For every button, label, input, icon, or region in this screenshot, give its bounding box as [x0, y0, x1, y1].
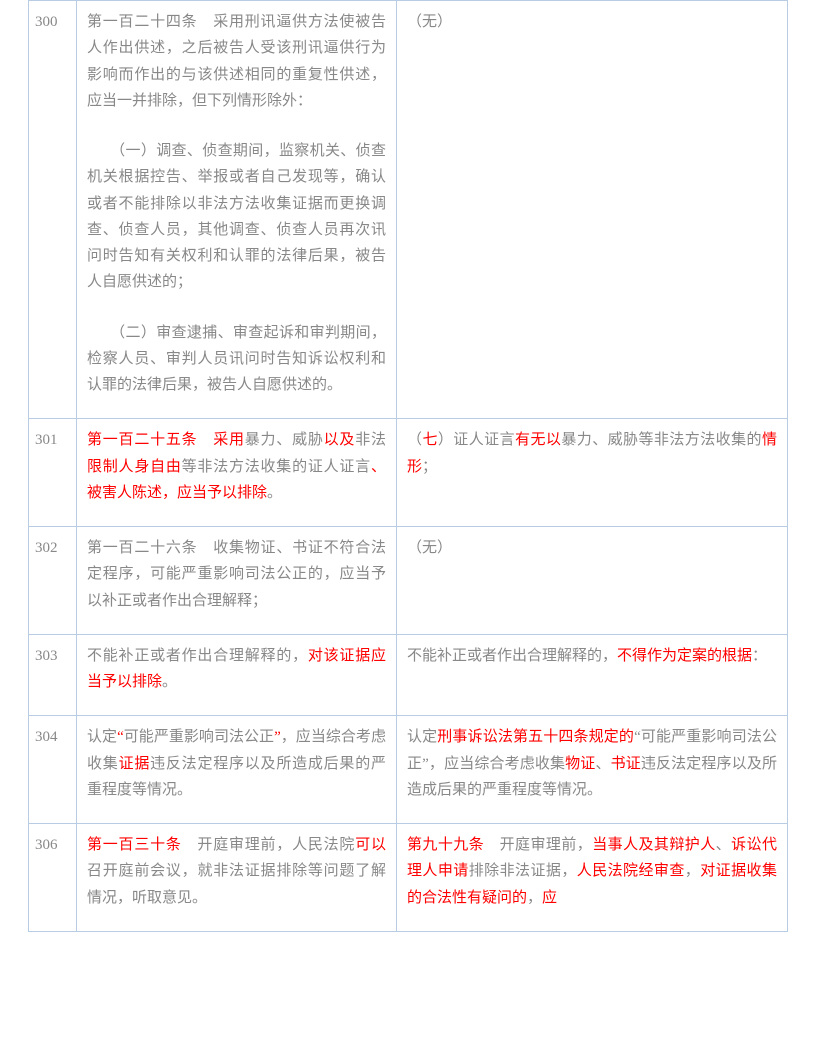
- paragraph: （一）调查、侦查期间，监察机关、侦查机关根据控告、举报或者自己发现等，确认或者不…: [87, 138, 386, 296]
- text-segment: 不能补正或者作出合理解释的，: [87, 648, 308, 664]
- left-cell: 不能补正或者作出合理解释的，对该证据应当予以排除。: [77, 634, 397, 716]
- text-segment: 认定: [407, 729, 437, 745]
- text-segment: 当事人及其辩护人: [592, 837, 715, 853]
- text-segment: ”: [274, 729, 281, 745]
- table-row: 304认定“可能严重影响司法公正”，应当综合考虑收集证据违反法定程序以及所造成后…: [29, 716, 788, 824]
- row-number: 303: [29, 634, 77, 716]
- text-segment: 七: [422, 432, 437, 448]
- text-segment: 暴力、威胁: [245, 432, 324, 448]
- text-segment: 召开庭前会议，就非法证据排除等问题了解情况，听取意见。: [87, 863, 386, 905]
- right-cell: （七）证人证言有无以暴力、威胁等非法方法收集的情形；: [397, 419, 788, 527]
- table-row: 303不能补正或者作出合理解释的，对该证据应当予以排除。不能补正或者作出合理解释…: [29, 634, 788, 716]
- text-segment: 。: [162, 674, 177, 690]
- table-row: 301 第一百二十五条 采用暴力、威胁以及非法限制人身自由等非法方法收集的证人证言…: [29, 419, 788, 527]
- text-segment: 。: [267, 485, 282, 501]
- left-cell: 第一百二十四条 采用刑讯逼供方法使被告人作出供述，之后被告人受该刑讯逼供行为影响…: [77, 1, 397, 419]
- text-segment: （无）: [407, 14, 452, 30]
- text-segment: 排除非法证据，: [469, 863, 577, 879]
- paragraph: 不能补正或者作出合理解释的，对该证据应当予以排除。: [87, 643, 386, 696]
- text-segment: 暴力、威胁等非法方法收集的: [561, 432, 762, 448]
- text-segment: 第一百二十六条 收集物证、书证不符合法定程序，可能严重影响司法公正的，应当予以补…: [87, 540, 386, 609]
- text-segment: 第一百三十条: [87, 837, 182, 853]
- paragraph: 不能补正或者作出合理解释的，不得作为定案的根据：: [407, 643, 777, 669]
- text-segment: 人民法院经审查: [577, 863, 685, 879]
- right-cell: 不能补正或者作出合理解释的，不得作为定案的根据：: [397, 634, 788, 716]
- text-segment: ，: [685, 863, 700, 879]
- paragraph: 第九十九条 开庭审理前，当事人及其辩护人、诉讼代理人申请排除非法证据，人民法院经…: [407, 832, 777, 911]
- text-segment: （无）: [407, 540, 452, 556]
- left-cell: 第一百二十六条 收集物证、书证不符合法定程序，可能严重影响司法公正的，应当予以补…: [77, 527, 397, 635]
- paragraph: 第一百二十五条 采用暴力、威胁以及非法限制人身自由等非法方法收集的证人证言、被害…: [87, 427, 386, 506]
- paragraph: 第一百三十条 开庭审理前，人民法院可以召开庭前会议，就非法证据排除等问题了解情况…: [87, 832, 386, 911]
- comparison-table: 300第一百二十四条 采用刑讯逼供方法使被告人作出供述，之后被告人受该刑讯逼供行…: [28, 0, 788, 932]
- text-segment: “: [117, 729, 124, 745]
- paragraph: （无）: [407, 9, 777, 35]
- paragraph: 认定“可能严重影响司法公正”，应当综合考虑收集证据违反法定程序以及所造成后果的严…: [87, 724, 386, 803]
- text-segment: 物证: [565, 756, 595, 772]
- text-segment: 可能严重影响司法公正: [124, 729, 274, 745]
- text-segment: 以及: [324, 432, 356, 448]
- row-number: 302: [29, 527, 77, 635]
- text-segment: 限制人身自由: [87, 459, 182, 475]
- text-segment: 有无以: [515, 432, 561, 448]
- right-cell: （无）: [397, 527, 788, 635]
- text-segment: 书证: [611, 756, 641, 772]
- text-segment: ，: [527, 890, 542, 906]
- text-segment: 非法: [355, 432, 386, 448]
- text-segment: ；: [422, 459, 437, 475]
- table-row: 302第一百二十六条 收集物证、书证不符合法定程序，可能严重影响司法公正的，应当…: [29, 527, 788, 635]
- right-cell: （无）: [397, 1, 788, 419]
- text-segment: ：: [752, 648, 767, 664]
- text-segment: 刑事诉讼法第五十四条规定的: [437, 729, 634, 745]
- text-segment: 开庭审理前，: [484, 837, 592, 853]
- paragraph: （七）证人证言有无以暴力、威胁等非法方法收集的情形；: [407, 427, 777, 480]
- row-number: 306: [29, 824, 77, 932]
- paragraph: 第一百二十六条 收集物证、书证不符合法定程序，可能严重影响司法公正的，应当予以补…: [87, 535, 386, 614]
- text-segment: 证据: [119, 756, 151, 772]
- table-row: 306第一百三十条 开庭审理前，人民法院可以召开庭前会议，就非法证据排除等问题了…: [29, 824, 788, 932]
- text-segment: （二）审查逮捕、审查起诉和审判期间，检察人员、审判人员讯问时告知诉讼权利和认罪的…: [87, 325, 386, 394]
- paragraph: 认定刑事诉讼法第五十四条规定的“可能严重影响司法公正”，应当综合考虑收集物证、书…: [407, 724, 777, 803]
- text-segment: （一）调查、侦查期间，监察机关、侦查机关根据控告、举报或者自己发现等，确认或者不…: [87, 143, 386, 290]
- text-segment: 等非法方法收集的证人证言: [182, 459, 371, 475]
- text-segment: 第一百二十四条 采用刑讯逼供方法使被告人作出供述，之后被告人受该刑讯逼供行为影响…: [87, 14, 386, 109]
- row-number: 301: [29, 419, 77, 527]
- text-segment: 可以: [355, 837, 386, 853]
- text-segment: 认定: [87, 729, 117, 745]
- text-segment: 应: [542, 890, 557, 906]
- text-segment: 第一百二十五条 采用: [87, 432, 245, 448]
- table-row: 300第一百二十四条 采用刑讯逼供方法使被告人作出供述，之后被告人受该刑讯逼供行…: [29, 1, 788, 419]
- table-body: 300第一百二十四条 采用刑讯逼供方法使被告人作出供述，之后被告人受该刑讯逼供行…: [29, 1, 788, 932]
- text-segment: 、: [716, 837, 731, 853]
- right-cell: 认定刑事诉讼法第五十四条规定的“可能严重影响司法公正”，应当综合考虑收集物证、书…: [397, 716, 788, 824]
- text-segment: 开庭审理前，人民法院: [182, 837, 356, 853]
- right-cell: 第九十九条 开庭审理前，当事人及其辩护人、诉讼代理人申请排除非法证据，人民法院经…: [397, 824, 788, 932]
- left-cell: 认定“可能严重影响司法公正”，应当综合考虑收集证据违反法定程序以及所造成后果的严…: [77, 716, 397, 824]
- text-segment: 不能补正或者作出合理解释的，: [407, 648, 617, 664]
- left-cell: 第一百二十五条 采用暴力、威胁以及非法限制人身自由等非法方法收集的证人证言、被害…: [77, 419, 397, 527]
- text-segment: 、: [595, 756, 610, 772]
- paragraph: （二）审查逮捕、审查起诉和审判期间，检察人员、审判人员讯问时告知诉讼权利和认罪的…: [87, 320, 386, 399]
- text-segment: 第九十九条: [407, 837, 484, 853]
- row-number: 300: [29, 1, 77, 419]
- paragraph: 第一百二十四条 采用刑讯逼供方法使被告人作出供述，之后被告人受该刑讯逼供行为影响…: [87, 9, 386, 114]
- text-segment: 不得作为定案的根据: [617, 648, 752, 664]
- text-segment: ）证人证言: [438, 432, 515, 448]
- left-cell: 第一百三十条 开庭审理前，人民法院可以召开庭前会议，就非法证据排除等问题了解情况…: [77, 824, 397, 932]
- paragraph: （无）: [407, 535, 777, 561]
- text-segment: （: [407, 432, 422, 448]
- row-number: 304: [29, 716, 77, 824]
